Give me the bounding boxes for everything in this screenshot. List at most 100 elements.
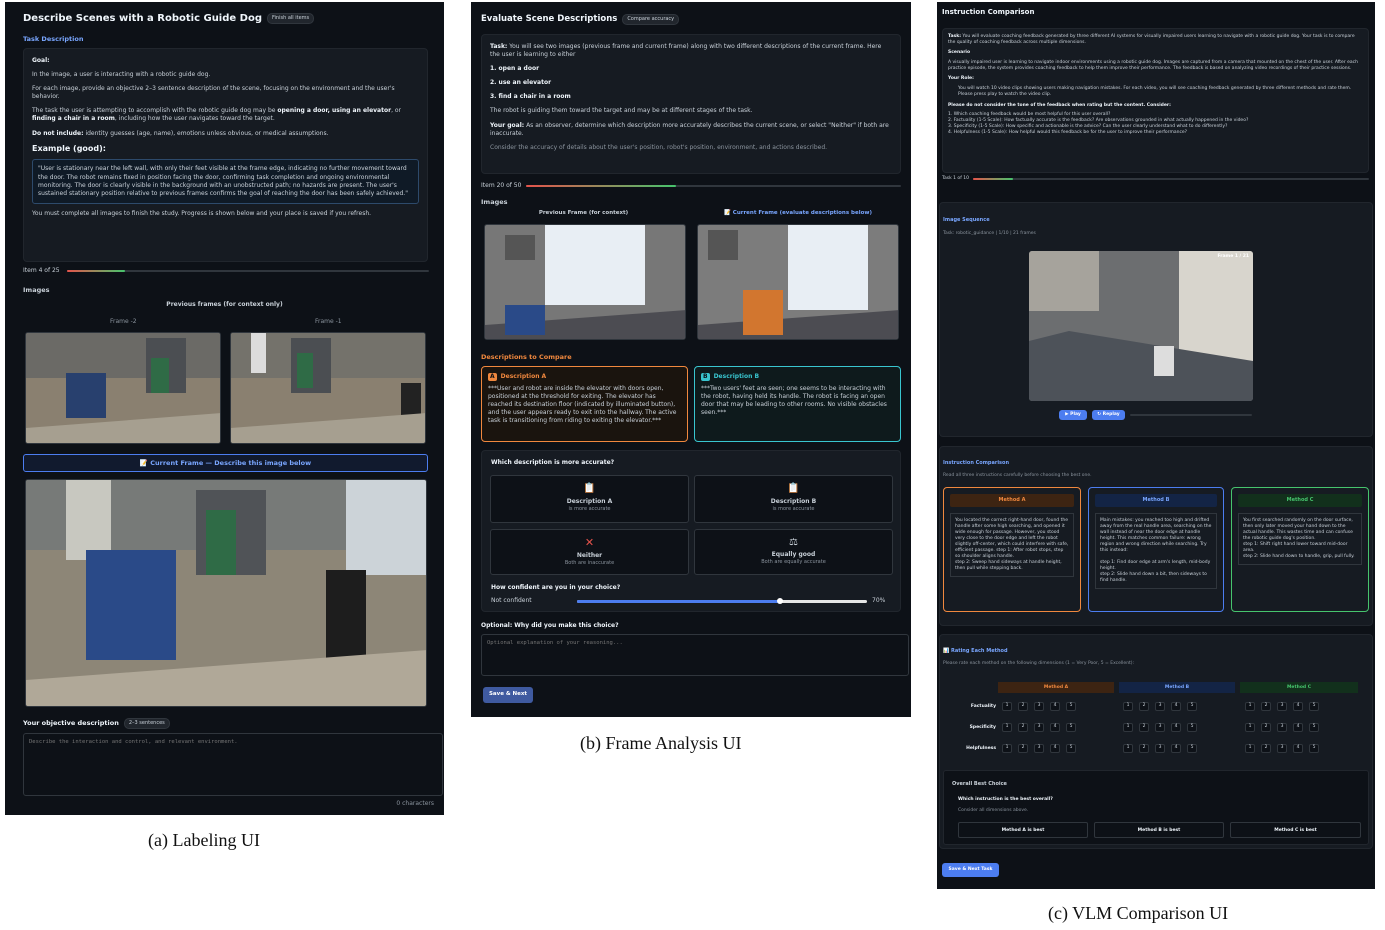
desc-a-text: ***User and robot are inside the elevato…	[488, 385, 677, 425]
choice-desc-a[interactable]: 📋 Description Ais more accurate	[490, 475, 689, 523]
scale-icon: ⚖	[789, 537, 798, 548]
task-p2: For each image, provide an objective 2–3…	[32, 85, 395, 101]
method-c-title: Method C	[1238, 494, 1362, 507]
rating-button[interactable]: 1	[1245, 744, 1255, 753]
letter-b-badge: B	[701, 373, 710, 382]
replay-button[interactable]: ↻ Replay	[1092, 410, 1125, 420]
rating-button[interactable]: 2	[1261, 702, 1271, 711]
rating-button[interactable]: 3	[1277, 723, 1287, 732]
desc-tag: 2–3 sentences	[123, 718, 170, 729]
confidence-slider[interactable]	[577, 598, 867, 604]
rating-button[interactable]: 2	[1018, 702, 1028, 711]
reason-textarea[interactable]	[481, 634, 909, 676]
play-button[interactable]: ▶ Play	[1059, 410, 1087, 420]
description-b-card[interactable]: B Description B ***Two users' feet are se…	[694, 366, 901, 442]
example-text: "User is stationary near the left wall, …	[32, 159, 419, 204]
best-b-button[interactable]: Method B is best	[1094, 822, 1224, 838]
task-box: Task: You will see two images (previous …	[481, 34, 901, 174]
save-next-button[interactable]: Save & Next	[483, 687, 533, 703]
rating-button[interactable]: 4	[1171, 702, 1181, 711]
role-text: You will watch 10 video clips showing us…	[958, 86, 1352, 98]
rating-button[interactable]: 1	[1123, 744, 1133, 753]
rating-button[interactable]: 1	[1002, 702, 1012, 711]
rating-button[interactable]: 1	[1123, 723, 1133, 732]
rating-button[interactable]: 5	[1187, 702, 1197, 711]
rating-button[interactable]: 4	[1293, 702, 1303, 711]
question: Which description is more accurate?	[491, 459, 615, 466]
sequence-frame-photo	[1029, 251, 1253, 401]
rating-button[interactable]: 4	[1293, 744, 1303, 753]
choice-box: Which description is more accurate? 📋 Des…	[481, 450, 901, 612]
rating-button[interactable]: 2	[1261, 723, 1271, 732]
rating-button[interactable]: 4	[1050, 744, 1060, 753]
description-a-card[interactable]: A Description A ***User and robot are ins…	[481, 366, 688, 442]
rating-button[interactable]: 4	[1293, 723, 1303, 732]
figure: Describe Scenes with a Robotic Guide Dog…	[0, 0, 1385, 930]
rating-col-c: Method C	[1240, 682, 1358, 693]
rating-group: 12345	[1123, 723, 1198, 732]
rating-button[interactable]: 1	[1245, 702, 1255, 711]
prev-frame-image	[484, 224, 686, 340]
desc-label: Your objective description 2–3 sentences	[23, 718, 170, 729]
rating-button[interactable]: 3	[1034, 723, 1044, 732]
task-p3: Consider the accuracy of details about t…	[490, 143, 828, 151]
compare-heading: Descriptions to Compare	[481, 353, 572, 361]
rating-button[interactable]: 5	[1187, 744, 1197, 753]
seek-bar[interactable]	[1130, 414, 1252, 416]
rating-button[interactable]: 1	[1123, 702, 1133, 711]
cmp-subtitle: Read all three instructions carefully be…	[943, 473, 1092, 478]
rating-button[interactable]: 3	[1155, 744, 1165, 753]
title-tag: Finish all items	[267, 13, 315, 25]
item-counter: Item 4 of 25	[23, 267, 60, 274]
choice-equal[interactable]: ⚖ Equally good Both are equally accurate	[694, 529, 893, 575]
rating-button[interactable]: 5	[1309, 744, 1319, 753]
clipboard-icon: 📋	[583, 483, 596, 494]
rating-group: 12345	[1245, 723, 1320, 732]
best-a-button[interactable]: Method A is best	[958, 822, 1088, 838]
rating-button[interactable]: 3	[1155, 702, 1165, 711]
images-heading: Images	[481, 198, 508, 206]
desc-b-text: ***Two users' feet are seen; one seems t…	[701, 385, 887, 417]
option-2: 2. use an elevator	[490, 79, 552, 87]
cross-icon: ✕	[584, 536, 595, 549]
rating-button[interactable]: 4	[1050, 702, 1060, 711]
rating-button[interactable]: 1	[1002, 744, 1012, 753]
rating-button[interactable]: 1	[1245, 723, 1255, 732]
rating-button[interactable]: 3	[1277, 702, 1287, 711]
option-3: 3. find a chair in a room	[490, 93, 571, 101]
confidence-question: How confident are you in your choice?	[491, 584, 621, 591]
choice-desc-b[interactable]: 📋 Description Bis more accurate	[694, 475, 893, 523]
rating-button[interactable]: 5	[1309, 702, 1319, 711]
rating-button[interactable]: 3	[1277, 744, 1287, 753]
save-next-task-button[interactable]: Save & Next Task	[942, 863, 999, 877]
rating-button[interactable]: 2	[1261, 744, 1271, 753]
rating-button[interactable]: 3	[1034, 744, 1044, 753]
rate-subtitle: Please rate each method on the following…	[943, 661, 1135, 666]
rating-button[interactable]: 5	[1066, 723, 1076, 732]
frame-m2-photo	[26, 333, 220, 443]
rating-button[interactable]: 5	[1309, 723, 1319, 732]
rating-button[interactable]: 2	[1139, 744, 1149, 753]
rating-button[interactable]: 2	[1139, 702, 1149, 711]
task-p3: The task the user is attempting to accom…	[32, 107, 402, 123]
page-title: Describe Scenes with a Robotic Guide Dog…	[23, 12, 315, 26]
rating-button[interactable]: 5	[1187, 723, 1197, 732]
rating-button[interactable]: 2	[1139, 723, 1149, 732]
rating-button[interactable]: 3	[1034, 702, 1044, 711]
rating-button[interactable]: 4	[1050, 723, 1060, 732]
rating-button[interactable]: 4	[1171, 744, 1181, 753]
frame-m2-image	[25, 332, 221, 444]
rating-button[interactable]: 4	[1171, 723, 1181, 732]
best-c-button[interactable]: Method C is best	[1230, 822, 1361, 838]
choice-neither[interactable]: ✕ Neither Both are inaccurate	[490, 529, 689, 575]
rating-button[interactable]: 3	[1155, 723, 1165, 732]
rating-button[interactable]: 2	[1018, 723, 1028, 732]
rating-button[interactable]: 2	[1018, 744, 1028, 753]
desc-b-label: Description B	[713, 373, 760, 380]
page-title: Instruction Comparison	[942, 8, 1035, 16]
description-textarea[interactable]	[23, 733, 443, 796]
rating-button[interactable]: 5	[1066, 702, 1076, 711]
rating-button[interactable]: 5	[1066, 744, 1076, 753]
rating-button[interactable]: 1	[1002, 723, 1012, 732]
prev-frames-label: Previous frames (for context only)	[166, 301, 283, 308]
